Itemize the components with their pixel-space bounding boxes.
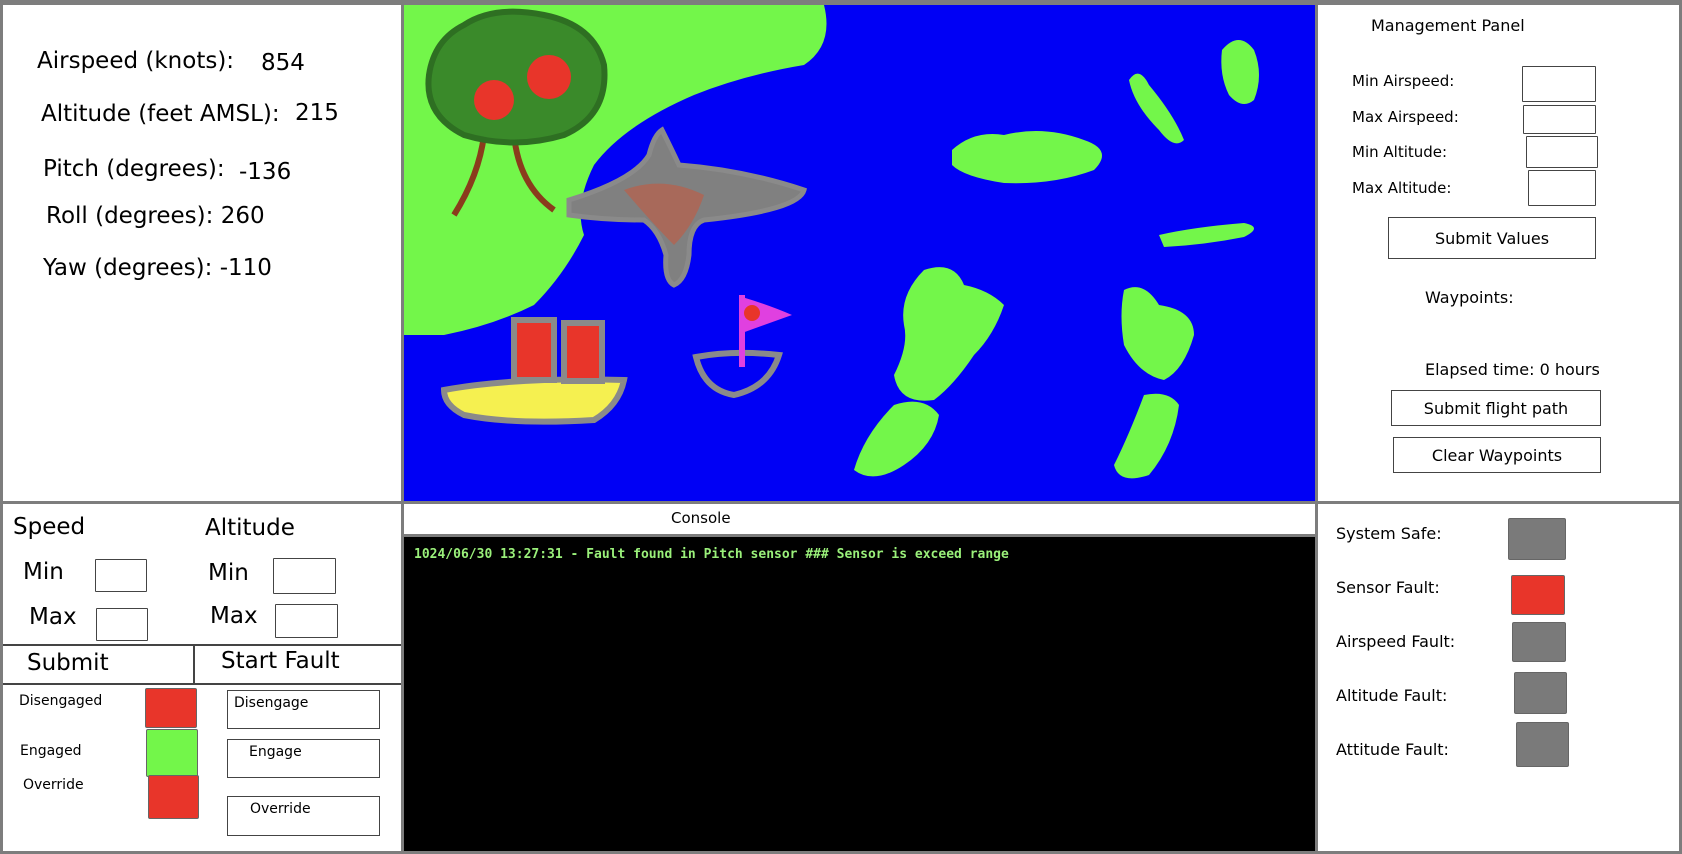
override-indicator	[148, 775, 199, 819]
divider	[3, 644, 401, 646]
attitude-fault-indicator	[1516, 722, 1569, 767]
speed-min-input[interactable]	[95, 559, 147, 592]
management-panel: Management Panel Min Airspeed: Max Airsp…	[1318, 5, 1679, 501]
submit-flight-path-button[interactable]: Submit flight path	[1391, 390, 1601, 426]
roll-readout: Roll (degrees): 260	[46, 203, 265, 229]
altitude-max-input[interactable]	[275, 604, 338, 638]
altitude-value: 215	[295, 100, 339, 126]
max-airspeed-input[interactable]	[1523, 105, 1596, 134]
island-1	[952, 131, 1102, 184]
system-safe-label: System Safe:	[1336, 524, 1442, 543]
waypoints-label: Waypoints:	[1425, 288, 1514, 307]
airspeed-fault-label: Airspeed Fault:	[1336, 632, 1456, 651]
system-safe-indicator	[1508, 518, 1566, 560]
sensor-fault-label: Sensor Fault:	[1336, 578, 1440, 597]
island-2	[1221, 40, 1259, 104]
island-5	[894, 267, 1004, 401]
max-altitude-label: Max Altitude:	[1352, 179, 1452, 197]
console-output[interactable]: 1024/06/30 13:27:31 - Fault found in Pit…	[404, 537, 1315, 851]
map-canvas[interactable]	[404, 5, 1315, 501]
airspeed-value: 854	[261, 50, 305, 76]
island-7	[1121, 287, 1194, 380]
max-airspeed-label: Max Airspeed:	[1352, 108, 1459, 126]
altitude-heading: Altitude	[205, 515, 295, 541]
divider	[193, 644, 195, 684]
engaged-label: Engaged	[20, 743, 82, 759]
clear-waypoints-button[interactable]: Clear Waypoints	[1393, 437, 1601, 473]
telemetry-panel: Airspeed (knots): 854 Altitude (feet AMS…	[3, 5, 401, 501]
island-8	[1114, 393, 1179, 479]
aircraft-icon	[566, 126, 807, 288]
disengaged-label: Disengaged	[19, 693, 103, 709]
map-panel[interactable]	[404, 5, 1315, 501]
ship-icon	[440, 317, 628, 425]
fault-control-panel: Speed Altitude Min Min Max Max Submit St…	[3, 504, 401, 851]
yaw-readout: Yaw (degrees): -110	[43, 255, 272, 281]
disengaged-indicator	[145, 688, 197, 728]
altitude-fault-label: Altitude Fault:	[1336, 686, 1448, 705]
sensor-fault-indicator	[1511, 575, 1565, 615]
altitude-min-label: Min	[208, 560, 249, 586]
altitude-max-label: Max	[210, 603, 258, 629]
min-airspeed-input[interactable]	[1522, 66, 1596, 102]
console-line: 1024/06/30 13:27:31 - Fault found in Pit…	[414, 547, 1009, 562]
elapsed-time: Elapsed time: 0 hours	[1425, 360, 1600, 379]
management-title: Management Panel	[1371, 16, 1525, 35]
divider	[3, 683, 401, 685]
speed-max-label: Max	[29, 604, 77, 630]
pitch-label: Pitch (degrees):	[43, 156, 225, 182]
sailboat-icon	[692, 295, 792, 399]
override-label: Override	[23, 777, 84, 793]
speed-heading: Speed	[13, 514, 86, 540]
altitude-label: Altitude (feet AMSL):	[41, 101, 280, 127]
airspeed-label: Airspeed (knots):	[37, 48, 235, 74]
altitude-min-input[interactable]	[273, 558, 336, 594]
island-6	[854, 401, 939, 477]
submit-values-button[interactable]: Submit Values	[1388, 217, 1596, 259]
disengage-button[interactable]: Disengage	[227, 690, 380, 729]
altitude-fault-indicator	[1514, 672, 1567, 714]
min-altitude-input[interactable]	[1526, 136, 1598, 168]
attitude-fault-label: Attitude Fault:	[1336, 740, 1449, 759]
airspeed-fault-indicator	[1512, 622, 1566, 662]
speed-min-label: Min	[23, 559, 64, 585]
start-fault-button[interactable]: Start Fault	[221, 648, 340, 674]
min-airspeed-label: Min Airspeed:	[1352, 72, 1455, 90]
max-altitude-input[interactable]	[1528, 170, 1596, 206]
override-button[interactable]: Override	[227, 796, 380, 836]
min-altitude-label: Min Altitude:	[1352, 143, 1448, 161]
engaged-indicator	[146, 729, 198, 777]
status-panel: System Safe: Sensor Fault: Airspeed Faul…	[1318, 504, 1679, 851]
console-title: Console	[671, 509, 731, 527]
island-3	[1129, 73, 1184, 144]
island-4	[1159, 223, 1254, 247]
submit-fault-button[interactable]: Submit	[27, 650, 109, 676]
engage-button[interactable]: Engage	[227, 739, 380, 778]
speed-max-input[interactable]	[96, 608, 148, 641]
pitch-value: -136	[239, 159, 292, 185]
console-header: Console	[404, 504, 1315, 534]
